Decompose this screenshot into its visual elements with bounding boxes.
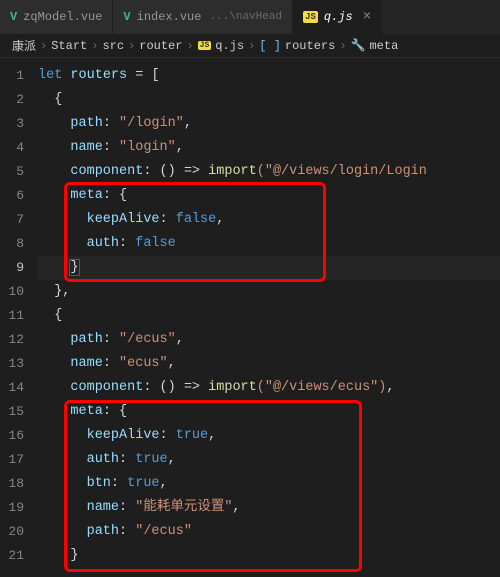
- js-icon: JS: [303, 11, 318, 23]
- line-number: 20: [0, 520, 24, 544]
- code-line: meta: {: [38, 400, 500, 424]
- line-number: 8: [0, 232, 24, 256]
- line-number: 6: [0, 184, 24, 208]
- line-number: 12: [0, 328, 24, 352]
- editor[interactable]: 1 2 3 4 5 6 7 8 9 10 11 12 13 14 15 16 1…: [0, 58, 500, 568]
- breadcrumb-item[interactable]: router: [139, 39, 182, 53]
- tab-label: q.js: [324, 10, 353, 24]
- code-line: let routers = [: [38, 64, 500, 88]
- code-line: keepAlive: true,: [38, 424, 500, 448]
- js-icon: JS: [198, 41, 212, 50]
- close-icon[interactable]: ×: [363, 9, 371, 25]
- chevron-right-icon: ›: [248, 39, 255, 53]
- code-line: {: [38, 304, 500, 328]
- line-number: 21: [0, 544, 24, 568]
- code-line: name: "ecus",: [38, 352, 500, 376]
- code-area[interactable]: let routers = [ { path: "/login", name: …: [38, 64, 500, 568]
- tab-sublabel: ...\navHead: [209, 11, 282, 23]
- chevron-right-icon: ›: [91, 39, 98, 53]
- line-number: 15: [0, 400, 24, 424]
- code-line: component: () => import("@/views/login/L…: [38, 160, 500, 184]
- line-number: 19: [0, 496, 24, 520]
- line-number: 5: [0, 160, 24, 184]
- code-line: },: [38, 280, 500, 304]
- line-number: 4: [0, 136, 24, 160]
- code-line: btn: true,: [38, 472, 500, 496]
- line-number: 7: [0, 208, 24, 232]
- line-number: 11: [0, 304, 24, 328]
- line-number: 16: [0, 424, 24, 448]
- wrench-icon: 🔧: [351, 38, 366, 53]
- tab-index[interactable]: V index.vue ...\navHead: [113, 0, 293, 34]
- line-number-gutter: 1 2 3 4 5 6 7 8 9 10 11 12 13 14 15 16 1…: [0, 64, 38, 568]
- code-line: }: [38, 544, 500, 568]
- vue-icon: V: [123, 10, 130, 24]
- chevron-right-icon: ›: [128, 39, 135, 53]
- code-line: path: "/ecus",: [38, 328, 500, 352]
- line-number: 18: [0, 472, 24, 496]
- breadcrumb-symbol[interactable]: meta: [369, 39, 398, 53]
- line-number: 1: [0, 64, 24, 88]
- tab-label: zqModel.vue: [23, 10, 102, 24]
- breadcrumb-item[interactable]: Start: [51, 39, 87, 53]
- code-line: }: [38, 256, 500, 280]
- chevron-right-icon: ›: [186, 39, 193, 53]
- variable-icon: [ ]: [259, 39, 281, 53]
- line-number: 9: [0, 256, 24, 280]
- line-number: 10: [0, 280, 24, 304]
- breadcrumb: 康派 › Start › src › router › JS q.js › [ …: [0, 34, 500, 58]
- code-line: auth: true,: [38, 448, 500, 472]
- tab-zqmodel[interactable]: V zqModel.vue: [0, 0, 113, 34]
- line-number: 14: [0, 376, 24, 400]
- vue-icon: V: [10, 10, 17, 24]
- code-line: component: () => import("@/views/ecus"),: [38, 376, 500, 400]
- code-line: {: [38, 88, 500, 112]
- tab-qjs[interactable]: JS q.js ×: [293, 0, 382, 34]
- code-line: name: "能耗单元设置",: [38, 496, 500, 520]
- tab-bar: V zqModel.vue V index.vue ...\navHead JS…: [0, 0, 500, 34]
- line-number: 3: [0, 112, 24, 136]
- line-number: 13: [0, 352, 24, 376]
- breadcrumb-item[interactable]: 康派: [12, 37, 36, 54]
- tab-label: index.vue: [137, 10, 202, 24]
- breadcrumb-file[interactable]: q.js: [215, 39, 244, 53]
- code-line: name: "login",: [38, 136, 500, 160]
- breadcrumb-symbol[interactable]: routers: [285, 39, 335, 53]
- breadcrumb-item[interactable]: src: [102, 39, 124, 53]
- code-line: path: "/ecus": [38, 520, 500, 544]
- code-line: auth: false: [38, 232, 500, 256]
- code-line: path: "/login",: [38, 112, 500, 136]
- code-line: meta: {: [38, 184, 500, 208]
- code-line: keepAlive: false,: [38, 208, 500, 232]
- chevron-right-icon: ›: [40, 39, 47, 53]
- chevron-right-icon: ›: [339, 39, 346, 53]
- line-number: 2: [0, 88, 24, 112]
- line-number: 17: [0, 448, 24, 472]
